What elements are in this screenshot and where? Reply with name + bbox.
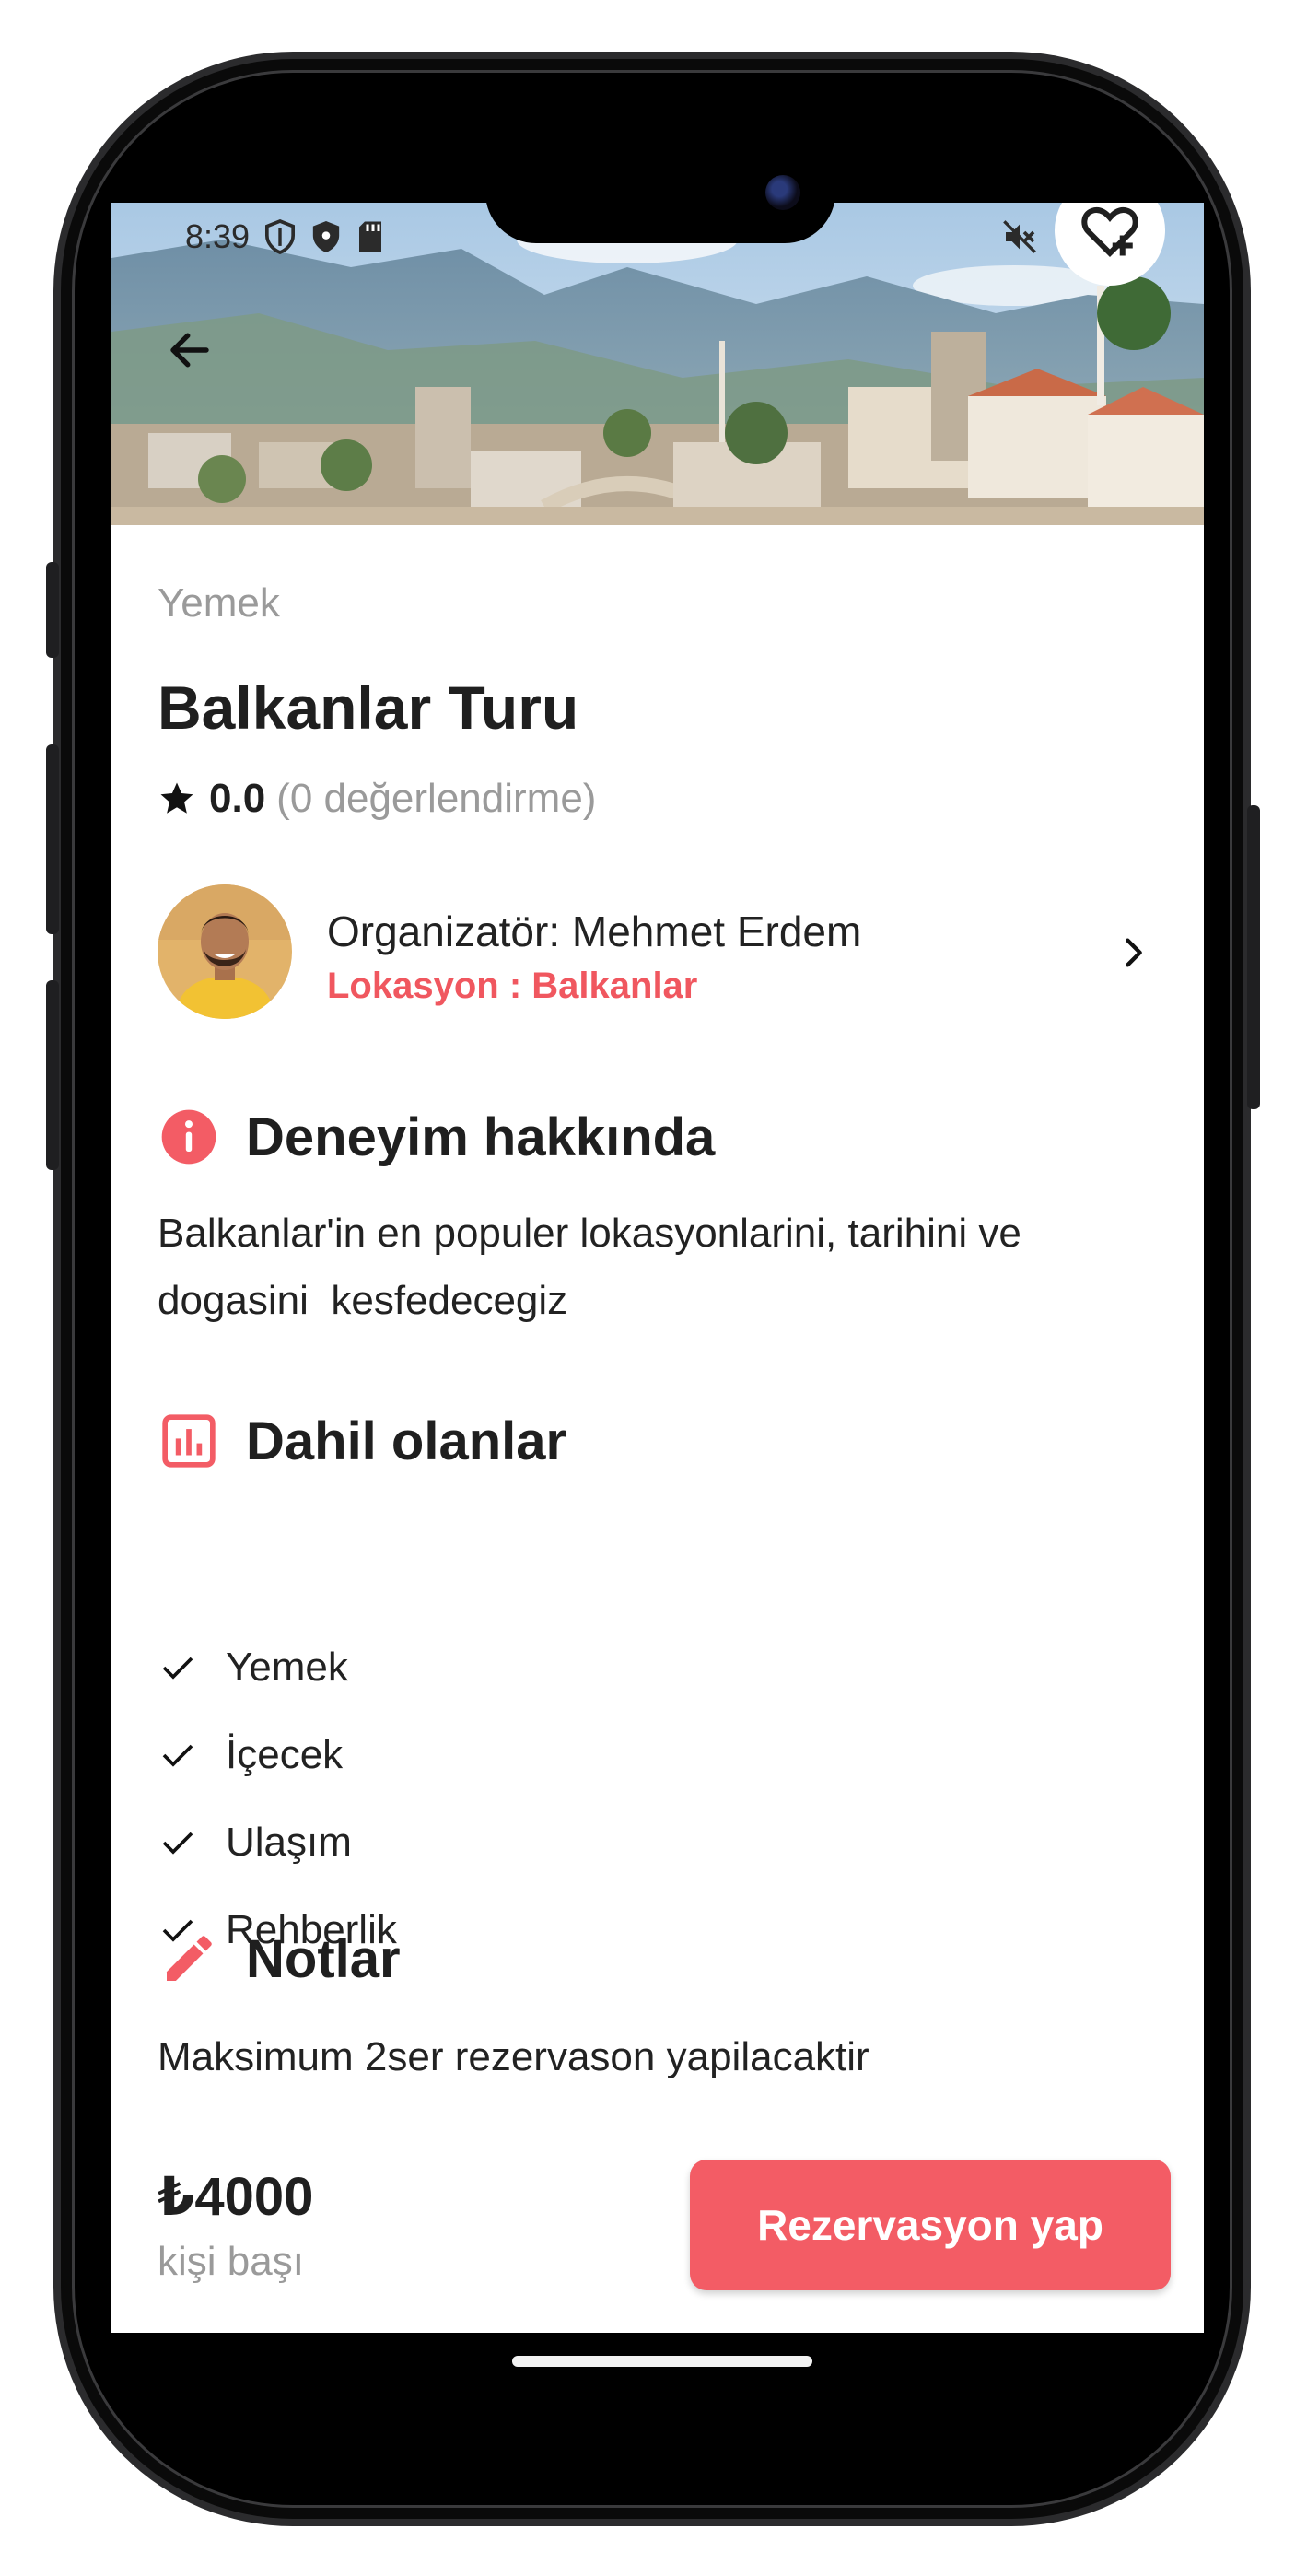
price-value: ₺4000 <box>158 2167 314 2227</box>
page-title: Balkanlar Turu <box>158 673 579 742</box>
sd-card-icon <box>356 220 384 253</box>
book-button[interactable]: Rezervasyon yap <box>690 2160 1171 2290</box>
action-button <box>46 562 59 658</box>
about-text-line-1: Balkanlar'in en populer lokasyonlarini, … <box>158 1211 1021 1256</box>
home-indicator[interactable] <box>512 2356 812 2367</box>
rating-row: 0.0 (0 değerlendirme) <box>158 776 596 822</box>
included-item-label: Yemek <box>226 1644 348 1690</box>
volume-up-button <box>46 744 59 934</box>
included-list: Yemek İçecek Ulaşım Rehberlik <box>158 1623 397 1973</box>
arrow-back-icon <box>170 333 209 368</box>
heart-add-icon <box>1081 206 1138 258</box>
rating-score: 0.0 <box>209 776 266 821</box>
bar-chart-icon <box>158 1410 220 1472</box>
notes-text: Maksimum 2ser rezervason yapilacaktir <box>158 2034 869 2079</box>
dynamic-island <box>485 142 835 243</box>
vpn-shield-icon <box>264 219 296 254</box>
check-icon <box>158 1735 198 1775</box>
status-time: 8:39 <box>185 217 251 255</box>
included-item-label: İçecek <box>226 1731 344 1777</box>
front-camera <box>765 175 800 210</box>
back-button[interactable] <box>158 318 222 382</box>
check-icon <box>158 1822 198 1863</box>
status-bar-left: 8:39 <box>185 214 384 260</box>
shield-icon <box>310 219 342 254</box>
organizer-row[interactable]: Organizatör: Mehmet Erdem Lokasyon : Bal… <box>158 884 1160 1023</box>
check-icon <box>158 1647 198 1688</box>
included-heading: Dahil olanlar <box>246 1411 567 1471</box>
mute-icon <box>1001 218 1038 255</box>
about-heading: Deneyim hakkında <box>246 1107 716 1167</box>
notes-heading: Notlar <box>246 1928 401 1989</box>
avatar <box>158 884 292 1019</box>
about-text-line-2: dogasini kesfedecegiz <box>158 1278 568 1323</box>
app-screen: 8:39 Yemek Balkanlar Turu 0.0 (0 değerle… <box>111 203 1204 2333</box>
power-button <box>1247 805 1260 1109</box>
rating-count: (0 değerlendirme) <box>276 776 597 821</box>
info-icon <box>158 1106 220 1168</box>
volume-down-button <box>46 980 59 1170</box>
notes-section-header: Notlar <box>158 1927 401 1990</box>
chevron-right-icon <box>1108 927 1160 978</box>
category-label: Yemek <box>158 580 280 626</box>
pencil-icon <box>158 1927 220 1990</box>
star-icon <box>160 782 193 814</box>
list-item: İçecek <box>158 1711 397 1798</box>
price-unit: kişi başı <box>158 2239 304 2284</box>
hero-image: 8:39 <box>111 203 1204 525</box>
list-item: Ulaşım <box>158 1798 397 1886</box>
organizer-location: Lokasyon : Balkanlar <box>327 966 698 1006</box>
included-section-header: Dahil olanlar <box>158 1410 566 1472</box>
about-section-header: Deneyim hakkında <box>158 1106 715 1168</box>
about-text: Balkanlar'in en populer lokasyonlarini, … <box>158 1200 1160 1334</box>
included-item-label: Ulaşım <box>226 1819 352 1865</box>
organizer-name: Organizatör: Mehmet Erdem <box>327 907 862 955</box>
list-item: Yemek <box>158 1623 397 1711</box>
